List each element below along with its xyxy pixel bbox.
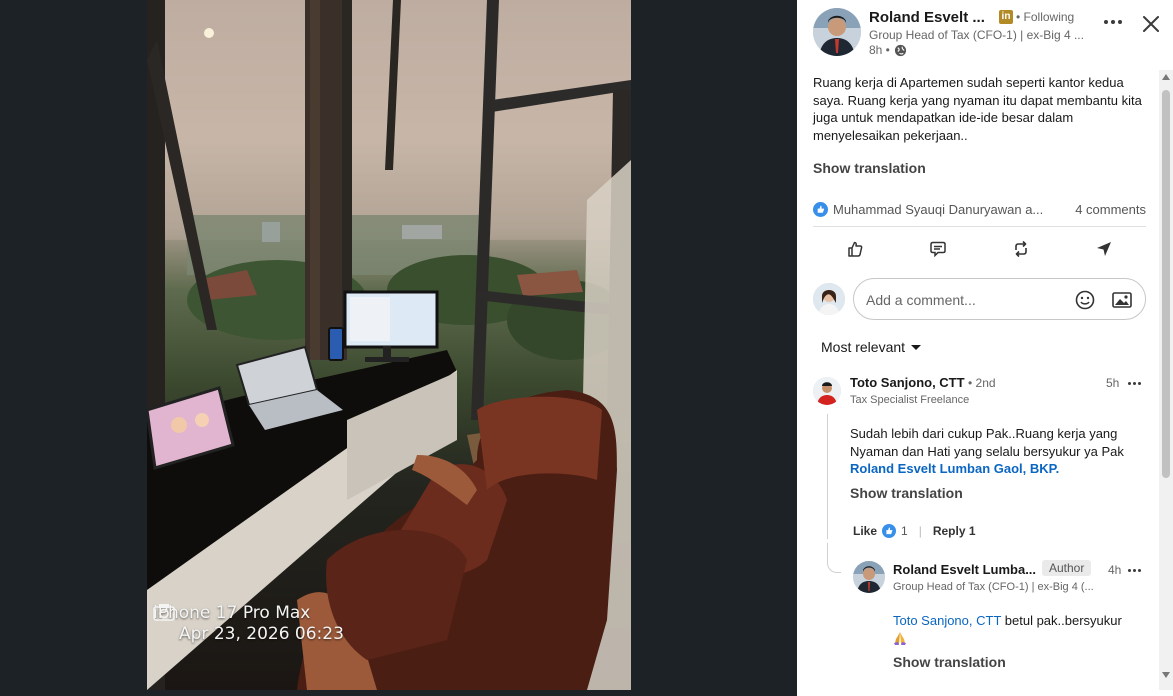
comment-input-box [853,278,1146,320]
connection-degree: • 2nd [968,376,996,390]
comment-item: Toto Sanjono, CTT • 2nd Tax Specialist F… [813,374,1146,544]
emoji-icon[interactable] [1074,289,1096,311]
post-body: Ruang kerja di Apartemen sudah seperti k… [813,75,1142,143]
reply-author-avatar[interactable] [853,561,885,593]
comment-like-button[interactable]: Like [853,524,877,538]
reply-more-icon[interactable] [1128,569,1141,572]
caret-down-icon [911,344,922,350]
commenter-avatar[interactable] [813,377,841,405]
author-name[interactable]: Roland Esvelt ... [869,9,985,26]
social-counts: Muhammad Syauqi Danuryawan a... 4 commen… [813,200,1146,220]
reply-author-headline: Group Head of Tax (CFO-1) | ex-Big 4 (..… [893,581,1094,593]
globe-icon [894,44,906,56]
post-time: 8h • [869,43,907,57]
post-show-translation-button[interactable]: Show translation [813,160,926,176]
comment-sort-dropdown[interactable]: Most relevant [821,339,922,355]
comment-button[interactable] [918,232,958,266]
like-reaction-icon [882,524,897,538]
photo-viewer: iPhone 17 Pro Max Apr 23, 2026 06:23 [0,0,797,696]
comment-show-translation-button[interactable]: Show translation [850,485,963,501]
reply-author-name[interactable]: Roland Esvelt Lumba... [893,562,1036,577]
commenter-name[interactable]: Toto Sanjono, CTT [850,375,965,390]
reply-item: Roland Esvelt Lumba... Author 4h Group H… [827,543,1146,690]
author-badge: Author [1042,560,1092,576]
post-header: Roland Esvelt ... in • Following Group H… [813,6,1159,62]
close-icon[interactable] [1140,13,1162,35]
author-headline: Group Head of Tax (CFO-1) | ex-Big 4 ... [869,28,1084,42]
comment-text: Sudah lebih dari cukup Pak..Ruang kerja … [850,425,1140,478]
comments-count[interactable]: 4 comments [1075,202,1146,217]
scrollbar-thumb[interactable] [1162,90,1170,478]
reply-text: Toto Sanjono, CTT betul pak..bersyukur [893,612,1143,630]
comment-time: 5h [1106,376,1120,390]
repost-icon [1015,240,1027,258]
separator: | [918,524,922,538]
reply-text-body: betul pak..bersyukur [1001,613,1122,628]
send-button[interactable] [1084,232,1124,266]
comment-mention-link[interactable]: Roland Esvelt Lumban Gaol, BKP. [850,461,1059,476]
comment-actions: Like 1 | Reply 1 [853,524,976,538]
caption-device: iPhone 17 Pro Max [153,603,311,623]
scroll-down-arrow-icon[interactable] [1162,672,1170,678]
scrollbar[interactable] [1159,70,1173,690]
image-icon[interactable] [1111,289,1133,311]
camera-icon [153,604,175,621]
post-time-text: 8h • [869,43,890,57]
comment-like-count: 1 [901,524,908,538]
author-avatar[interactable] [813,8,861,56]
photo-caption: iPhone 17 Pro Max Apr 23, 2026 06:23 [153,603,344,645]
comment-composer [813,278,1146,320]
commenter-headline: Tax Specialist Freelance [850,394,970,406]
reply-mention-link[interactable]: Toto Sanjono, CTT [893,613,1001,628]
thread-line [827,414,828,539]
comment-text-body: Sudah lebih dari cukup Pak..Ruang kerja … [850,426,1124,459]
comment-input[interactable] [866,290,1066,310]
like-reaction-icon [813,202,828,217]
post-panel: Roland Esvelt ... in • Following Group H… [797,0,1173,696]
linkedin-premium-icon: in [999,10,1013,24]
more-options-icon[interactable] [1101,12,1125,32]
reactors-names[interactable]: Muhammad Syauqi Danuryawan a... [833,202,1043,217]
photo-illustration [147,0,631,690]
divider [813,226,1146,227]
reply-show-translation-button[interactable]: Show translation [893,654,1006,670]
repost-button[interactable] [1001,232,1041,266]
praying-hands-emoji-icon [894,632,906,645]
like-icon [847,241,862,257]
send-icon [1097,242,1112,256]
like-button[interactable] [835,232,875,266]
comment-icon [930,241,946,258]
comment-more-icon[interactable] [1128,382,1141,385]
current-user-avatar [813,283,845,315]
sort-label: Most relevant [821,339,906,355]
reply-time: 4h [1108,563,1122,577]
scroll-up-arrow-icon[interactable] [1162,74,1170,80]
post-actions [813,232,1146,266]
post-photo[interactable]: iPhone 17 Pro Max Apr 23, 2026 06:23 [147,0,631,690]
caption-date: Apr 23, 2026 06:23 [179,624,344,644]
thread-connector [827,543,841,573]
comment-reply-button[interactable]: Reply 1 [933,524,976,538]
following-status: • Following [1016,10,1075,24]
